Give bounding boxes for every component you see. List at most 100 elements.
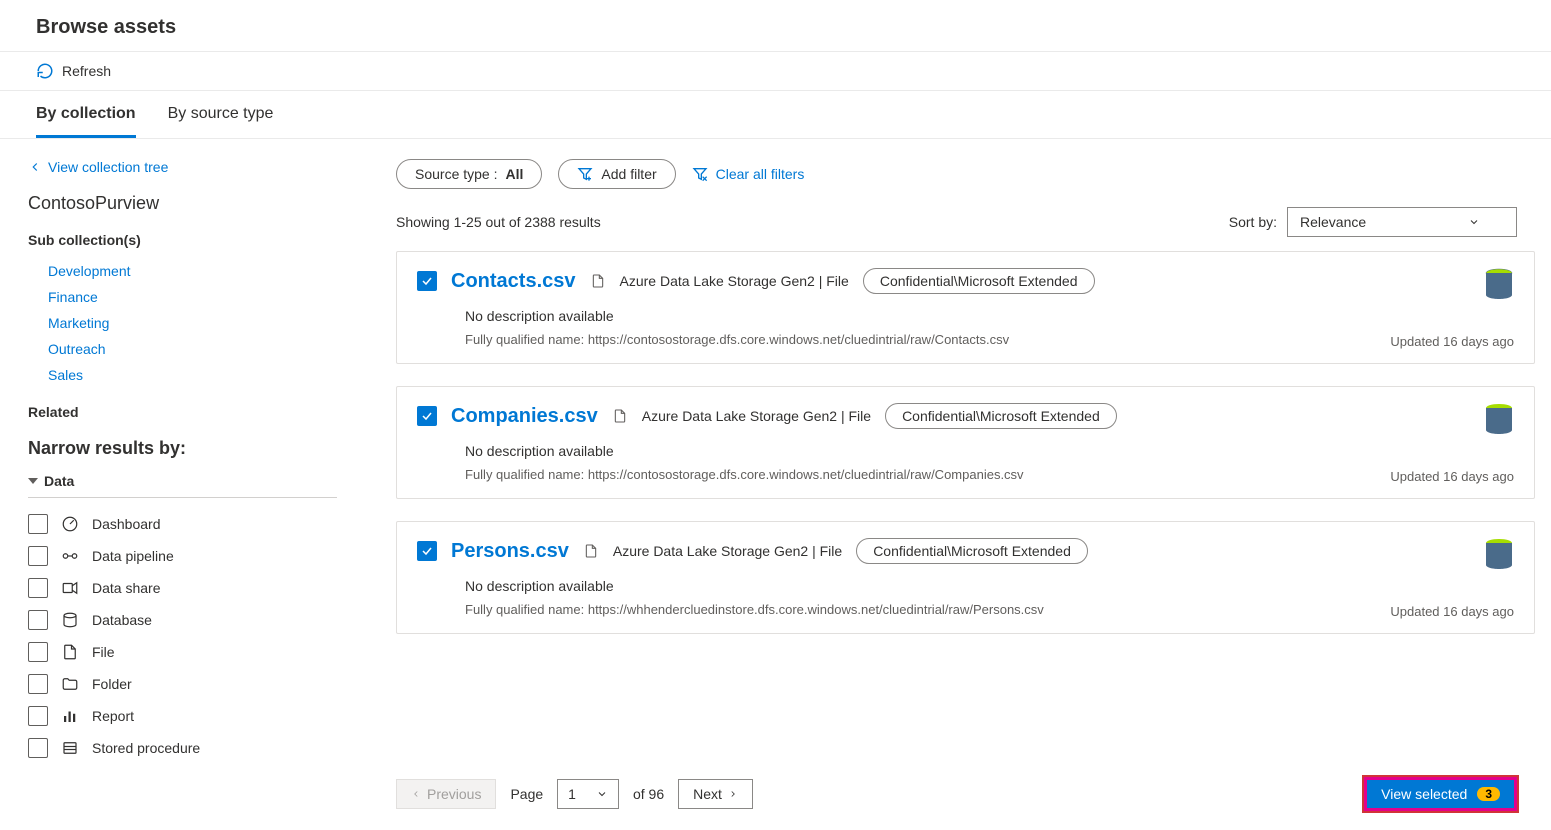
facet-checkbox[interactable]: [28, 674, 48, 694]
results-list[interactable]: Contacts.csv Azure Data Lake Storage Gen…: [362, 251, 1551, 764]
view-tree-label: View collection tree: [48, 159, 168, 175]
datalake-icon: [1484, 538, 1514, 572]
file-icon: [60, 643, 80, 661]
source-type-filter-pill[interactable]: Source type : All: [396, 159, 542, 189]
sort-label: Sort by:: [1229, 214, 1277, 230]
selected-count-badge: 3: [1477, 787, 1500, 801]
previous-label: Previous: [427, 786, 481, 802]
filter-label: Source type :: [415, 166, 498, 182]
asset-card: Contacts.csv Azure Data Lake Storage Gen…: [396, 251, 1535, 364]
facet-label: Stored procedure: [92, 740, 200, 756]
classification-tag: Confidential\Microsoft Extended: [856, 538, 1088, 564]
folder-icon: [60, 675, 80, 693]
view-selected-button[interactable]: View selected 3: [1364, 777, 1517, 811]
refresh-icon: [36, 62, 54, 80]
view-selected-label: View selected: [1381, 786, 1467, 802]
asset-card: Companies.csv Azure Data Lake Storage Ge…: [396, 386, 1535, 499]
asset-name-link[interactable]: Persons.csv: [451, 540, 569, 563]
sub-collection-link[interactable]: Outreach: [48, 336, 337, 362]
facet-item[interactable]: Data pipeline: [28, 540, 337, 572]
asset-checkbox[interactable]: [417, 406, 437, 426]
facet-checkbox[interactable]: [28, 578, 48, 598]
asset-source-path: Azure Data Lake Storage Gen2 | File: [642, 408, 871, 424]
next-button[interactable]: Next: [678, 779, 753, 809]
chevron-down-icon: [1468, 216, 1480, 228]
facet-group-data[interactable]: Data: [28, 473, 337, 498]
caret-down-icon: [28, 476, 38, 486]
datalake-icon: [1484, 268, 1514, 302]
facet-label: Dashboard: [92, 516, 161, 532]
dashboard-icon: [60, 515, 80, 533]
asset-checkbox[interactable]: [417, 271, 437, 291]
chevron-left-icon: [28, 160, 42, 174]
filter-value: All: [506, 166, 524, 182]
clear-filters-label: Clear all filters: [716, 166, 805, 182]
facet-label: Folder: [92, 676, 132, 692]
tab-by-source-type[interactable]: By source type: [168, 91, 274, 138]
facet-checkbox[interactable]: [28, 514, 48, 534]
page-total: of 96: [633, 786, 664, 802]
facet-checkbox[interactable]: [28, 546, 48, 566]
facet-checkbox[interactable]: [28, 642, 48, 662]
asset-fqn: Fully qualified name: https://contososto…: [465, 467, 1514, 482]
facet-item[interactable]: Database: [28, 604, 337, 636]
facet-checkbox[interactable]: [28, 706, 48, 726]
sub-collections-heading: Sub collection(s): [28, 232, 337, 248]
asset-updated: Updated 16 days ago: [1390, 604, 1514, 619]
sort-value: Relevance: [1300, 214, 1366, 230]
collection-name: ContosoPurview: [28, 193, 337, 214]
database-icon: [60, 611, 80, 629]
refresh-button[interactable]: Refresh: [36, 62, 111, 80]
asset-checkbox[interactable]: [417, 541, 437, 561]
sub-collection-link[interactable]: Development: [48, 258, 337, 284]
asset-source-path: Azure Data Lake Storage Gen2 | File: [620, 273, 849, 289]
add-filter-button[interactable]: Add filter: [558, 159, 675, 189]
tab-by-collection[interactable]: By collection: [36, 91, 136, 138]
view-collection-tree-link[interactable]: View collection tree: [28, 159, 337, 175]
facet-label: Database: [92, 612, 152, 628]
facet-item[interactable]: Dashboard: [28, 508, 337, 540]
sub-collection-link[interactable]: Marketing: [48, 310, 337, 336]
sub-collection-link[interactable]: Sales: [48, 362, 337, 388]
file-icon: [590, 273, 606, 289]
file-icon: [612, 408, 628, 424]
asset-card: Persons.csv Azure Data Lake Storage Gen2…: [396, 521, 1535, 634]
asset-description: No description available: [465, 308, 1514, 324]
page-title: Browse assets: [0, 0, 1551, 52]
asset-updated: Updated 16 days ago: [1390, 469, 1514, 484]
facet-item[interactable]: File: [28, 636, 337, 668]
sub-collection-link[interactable]: Finance: [48, 284, 337, 310]
facet-item[interactable]: Report: [28, 700, 337, 732]
asset-description: No description available: [465, 578, 1514, 594]
main-content: Source type : All Add filter Clear all f…: [362, 139, 1551, 825]
clear-filters-button[interactable]: Clear all filters: [692, 166, 805, 182]
datalake-icon: [1484, 403, 1514, 437]
filter-clear-icon: [692, 166, 708, 182]
add-filter-label: Add filter: [601, 166, 656, 182]
facet-item[interactable]: Stored procedure: [28, 732, 337, 764]
sort-select[interactable]: Relevance: [1287, 207, 1517, 237]
results-count: Showing 1-25 out of 2388 results: [396, 214, 601, 230]
page-select[interactable]: 1: [557, 779, 619, 809]
facet-group-label: Data: [44, 473, 74, 489]
page-value: 1: [568, 786, 576, 802]
chevron-down-icon: [596, 788, 608, 800]
facet-checkbox[interactable]: [28, 738, 48, 758]
facet-label: File: [92, 644, 115, 660]
chevron-right-icon: [728, 789, 738, 799]
page-label: Page: [510, 786, 543, 802]
sidebar: View collection tree ContosoPurview Sub …: [0, 139, 362, 825]
share-icon: [60, 579, 80, 597]
chevron-left-icon: [411, 789, 421, 799]
pipeline-icon: [60, 547, 80, 565]
facet-item[interactable]: Data share: [28, 572, 337, 604]
asset-name-link[interactable]: Companies.csv: [451, 405, 598, 428]
narrow-results-heading: Narrow results by:: [28, 438, 337, 459]
facet-checkbox[interactable]: [28, 610, 48, 630]
facet-label: Data share: [92, 580, 160, 596]
facet-label: Report: [92, 708, 134, 724]
asset-name-link[interactable]: Contacts.csv: [451, 270, 576, 293]
report-icon: [60, 707, 80, 725]
previous-button[interactable]: Previous: [396, 779, 496, 809]
facet-item[interactable]: Folder: [28, 668, 337, 700]
